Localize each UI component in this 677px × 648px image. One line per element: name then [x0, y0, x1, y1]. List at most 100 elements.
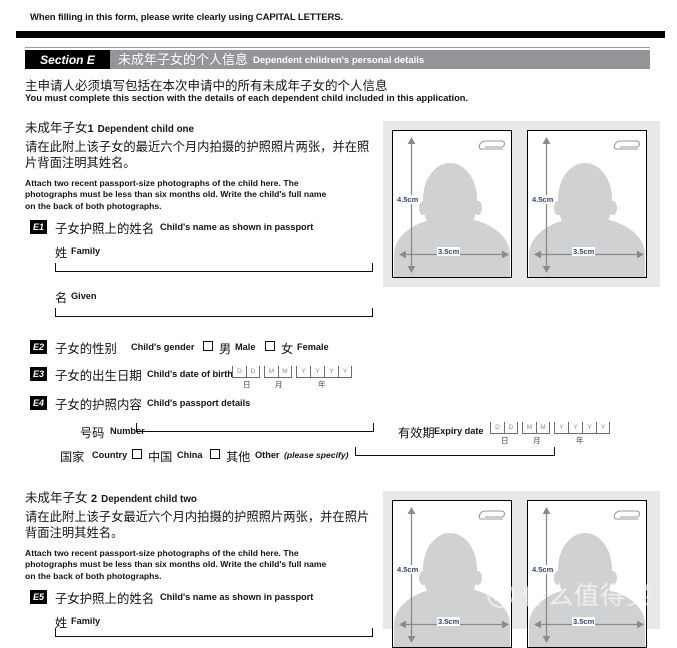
gender-female-checkbox-1[interactable]: [265, 341, 275, 351]
q-e5-label-en: Child's name as shown in passport: [160, 592, 314, 602]
q-e4-label-cn: 子女的护照内容: [55, 398, 142, 412]
photo-width-label-2a: 3.5cm: [437, 617, 461, 626]
child-two-instruction-en: Attach two recent passport-size photogra…: [25, 548, 327, 581]
q-e1-label-en: Child's name as shown in passport: [160, 222, 314, 232]
family-name-input-1[interactable]: [55, 263, 373, 272]
dob-year-cell-3[interactable]: Y: [324, 366, 338, 378]
passport-number-cn-1: 号码: [80, 426, 105, 440]
country-other-input-1[interactable]: [355, 447, 555, 456]
dob-day-group-1[interactable]: D D: [232, 366, 260, 378]
child-one-heading-cn: 未成年子女: [25, 121, 88, 135]
paperclip-icon-1b: [613, 140, 641, 150]
badge-e1: E1: [30, 220, 47, 234]
expiry-year-group-1[interactable]: Y Y Y Y: [554, 422, 610, 434]
photo-height-label-1b: 4.5cm: [531, 195, 555, 204]
dob-year-label-1: 年: [318, 380, 326, 389]
expiry-year-cell-3[interactable]: Y: [582, 422, 596, 434]
expiry-month-cell-1[interactable]: M: [522, 422, 536, 434]
section-intro-en: You must complete this section with the …: [25, 93, 469, 103]
paperclip-icon-2a: [478, 510, 506, 520]
family-label-en-2: Family: [71, 616, 101, 626]
dob-year-cell-1[interactable]: Y: [296, 366, 310, 378]
q-e4-label-en: Child's passport details: [147, 398, 251, 408]
dob-day-label-1: 日: [243, 380, 251, 389]
child-two-heading-cn: 未成年子女: [25, 491, 88, 505]
badge-e5: E5: [30, 590, 47, 604]
gender-female-cn-1: 女: [281, 342, 294, 356]
country-label-en-1: Country: [92, 450, 128, 460]
expiry-month-cell-2[interactable]: M: [536, 422, 550, 434]
q-e1-label-cn: 子女护照上的姓名: [55, 222, 155, 236]
paperclip-icon-2b: [613, 510, 641, 520]
capital-letters-note: When filling in this form, please write …: [30, 12, 344, 23]
paperclip-icon-1a: [478, 140, 506, 150]
dob-month-cell-2[interactable]: M: [278, 366, 292, 378]
dob-month-cell-1[interactable]: M: [264, 366, 278, 378]
dob-year-cell-4[interactable]: Y: [338, 366, 352, 378]
photo-width-label-2b: 3.5cm: [572, 617, 596, 626]
given-label-cn-1: 名: [55, 291, 68, 305]
country-china-checkbox-1[interactable]: [132, 449, 142, 459]
dob-month-label-1: 月: [275, 380, 283, 389]
child-one-heading: 未成年子女1 Dependent child one: [25, 117, 194, 136]
photo-box-2b[interactable]: 4.5cm 3.5cm: [527, 500, 647, 648]
section-top-hairline: [25, 47, 650, 48]
photo-height-label-1a: 4.5cm: [396, 195, 420, 204]
child-two-instruction-cn: 请在此附上该子女最近六个月内拍摄的护照照片两张，并在照片背面注明其姓名。: [25, 510, 370, 540]
dob-day-cell-1[interactable]: D: [232, 366, 246, 378]
badge-e4: E4: [30, 396, 47, 410]
family-label-cn-1: 姓: [55, 246, 68, 260]
country-china-cn-1: 中国: [148, 450, 173, 464]
expiry-month-label-1: 月: [533, 436, 541, 445]
section-title-cn: 未成年子女的个人信息: [118, 52, 249, 67]
expiry-year-cell-1[interactable]: Y: [554, 422, 568, 434]
q-e5-label-cn: 子女护照上的姓名: [55, 592, 155, 606]
child-one-instruction-en: Attach two recent passport-size photogra…: [25, 178, 327, 211]
dob-day-cell-2[interactable]: D: [246, 366, 260, 378]
photo-panel-child-one: 4.5cm 3.5cm 4.5cm 3.5cm: [383, 121, 660, 287]
passport-number-input-1[interactable]: [136, 423, 374, 432]
expiry-year-cell-2[interactable]: Y: [568, 422, 582, 434]
q-e2-label-en: Child's gender: [131, 342, 195, 352]
expiry-day-label-1: 日: [501, 436, 509, 445]
child-one-heading-en: Dependent child one: [97, 124, 194, 135]
dob-year-group-1[interactable]: Y Y Y Y: [296, 366, 352, 378]
country-other-cn-1: 其他: [226, 450, 251, 464]
top-black-rule: [16, 31, 665, 38]
given-name-input-1[interactable]: [55, 308, 373, 317]
badge-e3: E3: [30, 367, 47, 381]
dob-month-group-1[interactable]: M M: [264, 366, 292, 378]
country-china-en-1: China: [177, 450, 203, 460]
expiry-year-label-1: 年: [576, 436, 584, 445]
gender-male-cn-1: 男: [219, 342, 232, 356]
family-name-input-2[interactable]: [55, 628, 373, 637]
expiry-day-group-1[interactable]: D D: [490, 422, 518, 434]
section-title-en: Dependent children's personal details: [253, 55, 425, 66]
child-two-heading-en: Dependent child two: [101, 494, 197, 505]
photo-height-label-2a: 4.5cm: [396, 565, 420, 574]
photo-height-label-2b: 4.5cm: [531, 565, 555, 574]
expiry-label-en-1: Expiry date: [434, 426, 484, 436]
expiry-year-cell-4[interactable]: Y: [596, 422, 610, 434]
section-intro-cn: 主申请人必须填写包括在本次申请中的所有未成年子女的个人信息: [25, 79, 388, 93]
expiry-day-cell-2[interactable]: D: [504, 422, 518, 434]
gender-male-en-1: Male: [235, 342, 256, 352]
child-two-heading: 未成年子女 2 Dependent child two: [25, 487, 197, 506]
q-e2-label-cn: 子女的性别: [55, 342, 117, 356]
q-e3-label-en: Child's date of birth: [147, 369, 233, 379]
expiry-day-cell-1[interactable]: D: [490, 422, 504, 434]
child-two-number: 2: [91, 493, 98, 505]
gender-male-checkbox-1[interactable]: [203, 341, 213, 351]
country-label-cn-1: 国家: [60, 450, 85, 464]
photo-box-1a[interactable]: 4.5cm 3.5cm: [392, 130, 512, 278]
country-other-checkbox-1[interactable]: [210, 449, 220, 459]
photo-width-label-1a: 3.5cm: [437, 247, 461, 256]
dob-year-cell-2[interactable]: Y: [310, 366, 324, 378]
photo-box-2a[interactable]: 4.5cm 3.5cm: [392, 500, 512, 648]
section-tag: Section E: [25, 50, 110, 69]
expiry-month-group-1[interactable]: M M: [522, 422, 550, 434]
child-one-number: 1: [87, 123, 94, 135]
family-label-en-1: Family: [71, 246, 101, 256]
photo-width-label-1b: 3.5cm: [572, 247, 596, 256]
photo-box-1b[interactable]: 4.5cm 3.5cm: [527, 130, 647, 278]
